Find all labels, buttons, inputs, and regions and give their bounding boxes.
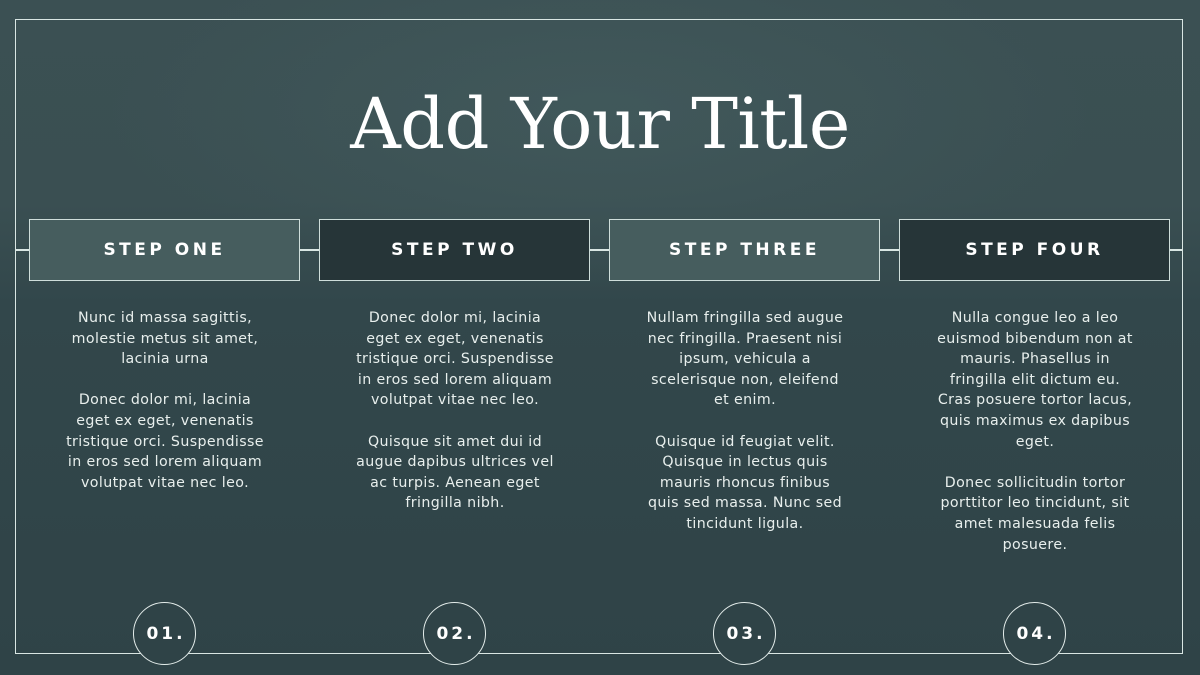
- step-two-header: STEP TWO: [319, 219, 590, 281]
- step-four-description: Nulla congue leo a leo euismod bibendum …: [935, 308, 1135, 576]
- step-one-header: STEP ONE: [29, 219, 300, 281]
- connector-line: [1170, 249, 1183, 251]
- step-three-number: 03.: [726, 623, 766, 644]
- step-two-number-badge: 02.: [423, 602, 486, 665]
- step-four-number: 04.: [1016, 623, 1056, 644]
- connector-line: [16, 249, 29, 251]
- step-three-description: Nullam fringilla sed augue nec fringilla…: [645, 308, 845, 555]
- step-two-label: STEP TWO: [391, 240, 518, 260]
- step-one-number: 01.: [146, 623, 186, 644]
- step-four-paragraph-2: Donec sollicitudin tortor porttitor leo …: [940, 474, 1130, 553]
- step-two-description: Donec dolor mi, lacinia eget ex eget, ve…: [355, 308, 555, 535]
- step-three-label: STEP THREE: [669, 240, 820, 260]
- step-four-paragraph-1: Nulla congue leo a leo euismod bibendum …: [937, 310, 1133, 450]
- step-two-paragraph-1: Donec dolor mi, lacinia eget ex eget, ve…: [356, 310, 554, 409]
- step-one-number-badge: 01.: [133, 602, 196, 665]
- step-one-label: STEP ONE: [103, 240, 226, 260]
- step-three-number-badge: 03.: [713, 602, 776, 665]
- step-three-paragraph-2: Quisque id feugiat velit. Quisque in lec…: [647, 433, 843, 532]
- connector-line: [590, 249, 609, 251]
- step-four-number-badge: 04.: [1003, 602, 1066, 665]
- step-three-paragraph-1: Nullam fringilla sed augue nec fringilla…: [646, 310, 844, 409]
- step-two-paragraph-2: Quisque sit amet dui id augue dapibus ul…: [356, 433, 554, 512]
- connector-line: [880, 249, 899, 251]
- step-two-number: 02.: [436, 623, 476, 644]
- connector-line: [300, 249, 319, 251]
- slide-title: Add Your Title: [350, 83, 850, 165]
- slide: Add Your Title STEP ONE Nunc id massa sa…: [0, 0, 1200, 675]
- step-one-description: Nunc id massa sagittis, molestie metus s…: [65, 308, 265, 514]
- step-three-header: STEP THREE: [609, 219, 880, 281]
- step-one-paragraph-1: Nunc id massa sagittis, molestie metus s…: [71, 310, 259, 368]
- step-four-label: STEP FOUR: [965, 240, 1104, 260]
- step-four-header: STEP FOUR: [899, 219, 1170, 281]
- step-one-paragraph-2: Donec dolor mi, lacinia eget ex eget, ve…: [66, 392, 264, 491]
